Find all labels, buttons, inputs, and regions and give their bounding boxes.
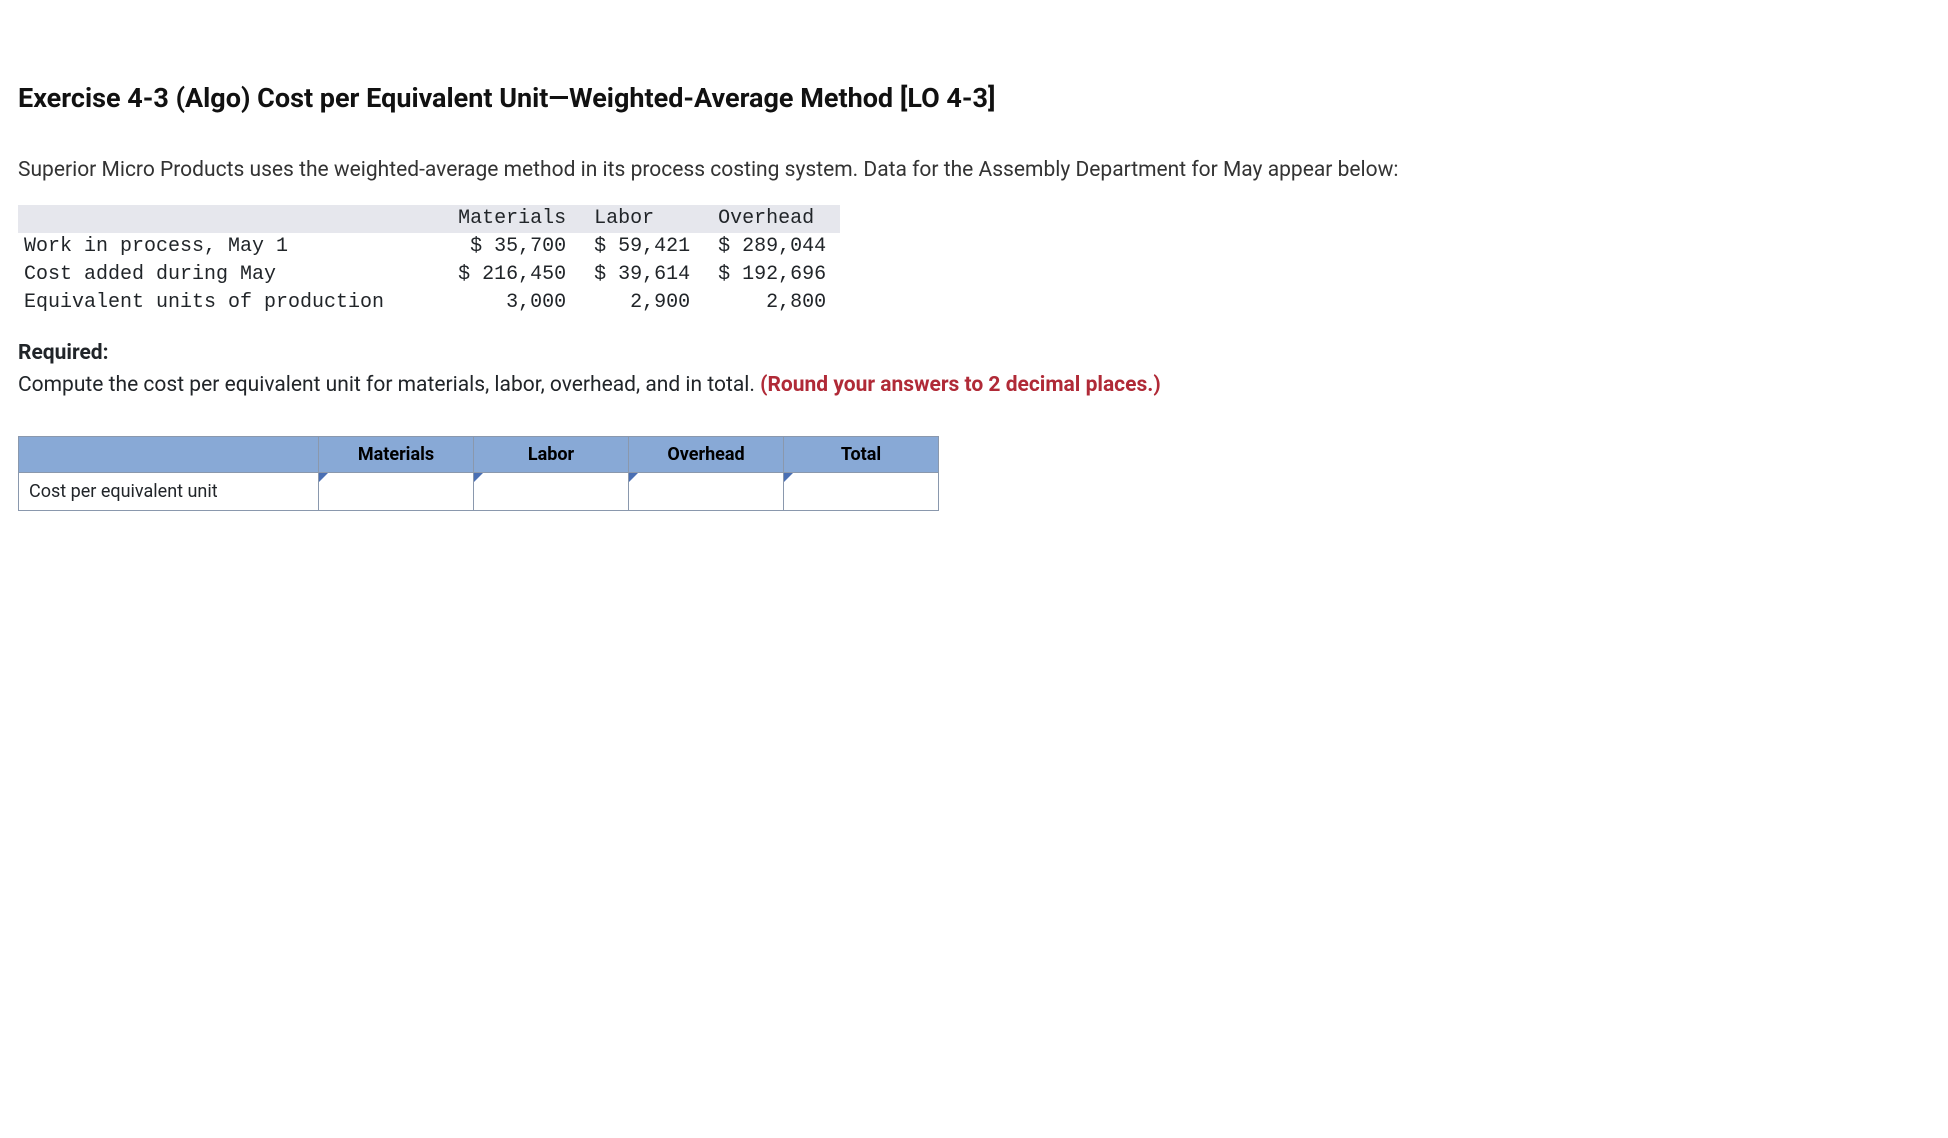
- data-header-overhead: Overhead: [704, 205, 840, 233]
- cell-overhead: $ 192,696: [704, 261, 840, 289]
- data-header-materials: Materials: [444, 205, 580, 233]
- data-table: Materials Labor Overhead Work in process…: [18, 205, 840, 317]
- table-row: Cost added during May $ 216,450 $ 39,614…: [18, 261, 840, 289]
- input-marker-icon: [784, 473, 793, 482]
- required-label: Required:: [18, 339, 1930, 368]
- overhead-input[interactable]: [629, 473, 783, 510]
- answer-row-label: Cost per equivalent unit: [19, 472, 319, 510]
- answer-cell-materials[interactable]: [319, 472, 474, 510]
- total-input[interactable]: [784, 473, 938, 510]
- required-text: Compute the cost per equivalent unit for…: [18, 371, 1930, 400]
- row-label: Equivalent units of production: [18, 289, 444, 317]
- data-header-labor: Labor: [580, 205, 704, 233]
- required-instruction: Compute the cost per equivalent unit for…: [18, 373, 760, 397]
- intro-text: Superior Micro Products uses the weighte…: [18, 156, 1418, 185]
- answer-header-materials: Materials: [319, 436, 474, 472]
- answer-cell-labor[interactable]: [474, 472, 629, 510]
- cell-materials: 3,000: [444, 289, 580, 317]
- labor-input[interactable]: [474, 473, 628, 510]
- cell-materials: $ 35,700: [444, 233, 580, 261]
- data-header-blank: [18, 205, 444, 233]
- answer-header-blank: [19, 436, 319, 472]
- answer-header-labor: Labor: [474, 436, 629, 472]
- answer-header-total: Total: [784, 436, 939, 472]
- answer-table: Materials Labor Overhead Total Cost per …: [18, 436, 939, 511]
- input-marker-icon: [474, 473, 483, 482]
- materials-input[interactable]: [319, 473, 473, 510]
- answer-header-overhead: Overhead: [629, 436, 784, 472]
- cell-overhead: $ 289,044: [704, 233, 840, 261]
- table-row: Work in process, May 1 $ 35,700 $ 59,421…: [18, 233, 840, 261]
- exercise-title: Exercise 4-3 (Algo) Cost per Equivalent …: [18, 80, 1930, 118]
- row-label: Work in process, May 1: [18, 233, 444, 261]
- answer-cell-total[interactable]: [784, 472, 939, 510]
- answer-row: Cost per equivalent unit: [19, 472, 939, 510]
- cell-materials: $ 216,450: [444, 261, 580, 289]
- answer-cell-overhead[interactable]: [629, 472, 784, 510]
- cell-labor: $ 59,421: [580, 233, 704, 261]
- input-marker-icon: [629, 473, 638, 482]
- row-label: Cost added during May: [18, 261, 444, 289]
- required-hint: (Round your answers to 2 decimal places.…: [760, 373, 1161, 397]
- cell-overhead: 2,800: [704, 289, 840, 317]
- input-marker-icon: [319, 473, 328, 482]
- table-row: Equivalent units of production 3,000 2,9…: [18, 289, 840, 317]
- cell-labor: 2,900: [580, 289, 704, 317]
- cell-labor: $ 39,614: [580, 261, 704, 289]
